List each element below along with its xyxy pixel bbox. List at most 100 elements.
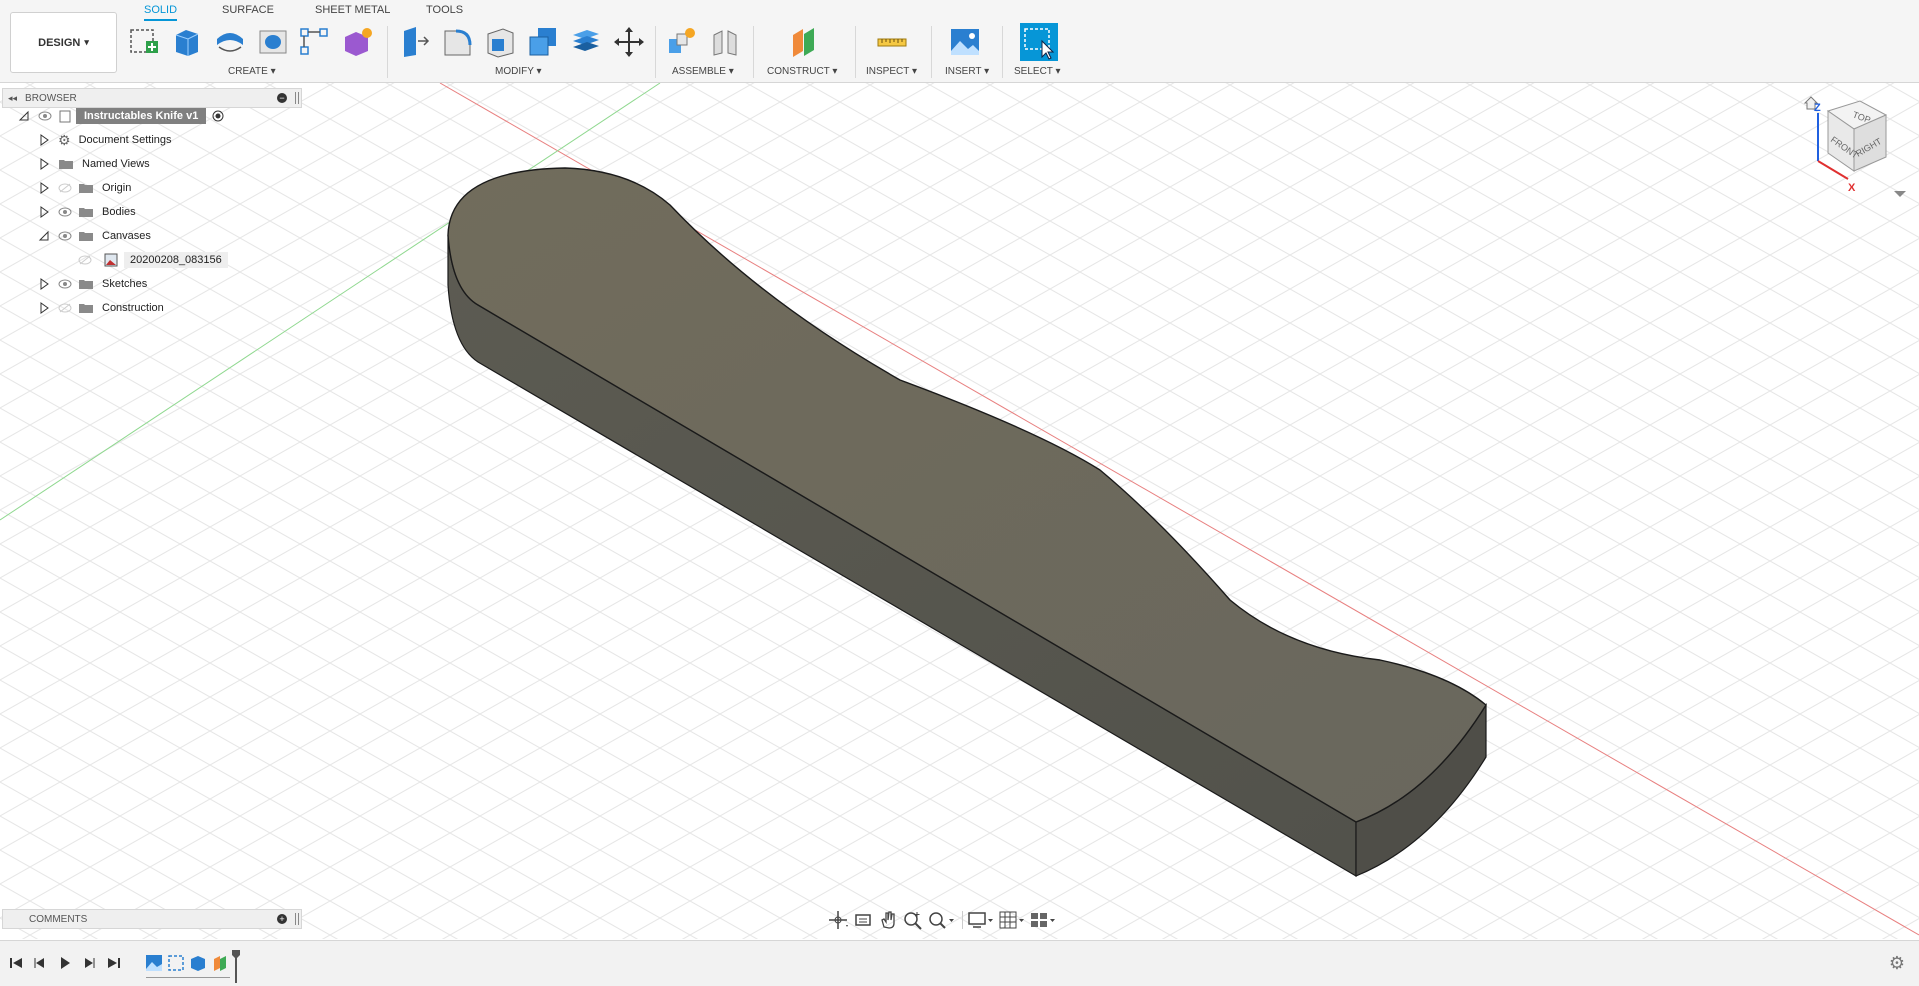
collapse-panel-icon[interactable]: ◂◂ (8, 93, 17, 104)
construct-menu[interactable]: CONSTRUCT ▾ (767, 66, 837, 77)
tree-item-label: Construction (102, 302, 164, 314)
joint-icon[interactable] (708, 25, 742, 59)
nav-separator (962, 911, 963, 929)
press-pull-icon[interactable] (398, 25, 432, 59)
tree-item-canvas-image[interactable]: 20200208_083156 (78, 250, 228, 270)
pin-panel-icon[interactable] (295, 92, 299, 104)
insert-image-icon[interactable] (948, 25, 982, 59)
comments-panel[interactable]: COMMENTS + (2, 909, 302, 929)
timeline-track (146, 977, 230, 978)
expand-triangle-icon[interactable] (38, 134, 50, 146)
new-component-icon[interactable] (665, 25, 699, 59)
zoom-icon[interactable] (902, 909, 924, 931)
visibility-eye-icon[interactable] (38, 111, 52, 121)
offset-plane-icon[interactable] (787, 25, 821, 59)
pattern-icon[interactable] (298, 25, 332, 59)
browser-title: BROWSER (25, 92, 77, 104)
go-to-start-icon[interactable] (8, 955, 24, 971)
select-menu[interactable]: SELECT ▾ (1014, 66, 1061, 77)
go-to-end-icon[interactable] (106, 955, 122, 971)
step-forward-icon[interactable] (81, 955, 97, 971)
display-settings-icon[interactable] (967, 909, 995, 931)
folder-icon (79, 184, 93, 193)
tree-item-label: Named Views (82, 158, 150, 170)
navigation-bar (827, 906, 1077, 934)
measure-icon[interactable] (875, 25, 909, 59)
insert-menu[interactable]: INSERT ▾ (945, 66, 989, 77)
fillet-icon[interactable] (440, 25, 474, 59)
visibility-eye-icon[interactable] (58, 207, 72, 217)
toolbar-separator (753, 26, 754, 78)
shell-icon[interactable] (483, 25, 517, 59)
add-comment-icon[interactable]: + (277, 914, 287, 924)
timeline-sketch-icon[interactable] (167, 954, 185, 972)
modify-menu[interactable]: MODIFY ▾ (495, 66, 542, 77)
root-document-label[interactable]: Instructables Knife v1 (76, 108, 207, 124)
hidden-eye-icon[interactable] (58, 303, 72, 313)
viewcube[interactable]: TOP FRONT RIGHT Z X (1790, 91, 1910, 201)
grid-settings-icon[interactable] (998, 909, 1026, 931)
folder-icon (79, 232, 93, 241)
hidden-eye-icon[interactable] (58, 183, 72, 193)
collapse-triangle-icon[interactable] (38, 230, 50, 242)
tab-surface[interactable]: SURFACE (222, 4, 274, 19)
x-axis-label: X (1848, 182, 1856, 194)
expand-triangle-icon[interactable] (38, 302, 50, 314)
tab-solid[interactable]: SOLID (144, 4, 178, 21)
workspace-label: DESIGN (38, 36, 81, 49)
inspect-menu[interactable]: INSPECT ▾ (866, 66, 917, 77)
toolbar-separator (387, 26, 388, 78)
toolbar-separator (855, 26, 856, 78)
tree-item-document-settings[interactable]: ⚙ Document Settings (38, 130, 172, 150)
orbit-icon[interactable] (827, 909, 849, 931)
gear-icon[interactable]: ⚙ (1889, 953, 1905, 974)
tab-tools[interactable]: TOOLS (426, 4, 463, 19)
visibility-eye-icon[interactable] (58, 279, 72, 289)
viewcube-menu-icon[interactable] (1894, 191, 1906, 197)
tree-item-label: Origin (102, 182, 132, 194)
tree-root[interactable]: Instructables Knife v1 (18, 106, 224, 126)
pin-panel-icon[interactable] (295, 913, 299, 925)
visibility-eye-icon[interactable] (58, 231, 72, 241)
look-at-icon[interactable] (852, 909, 874, 931)
create-sketch-icon[interactable] (128, 25, 162, 59)
extrude-icon[interactable] (170, 25, 204, 59)
fit-zoom-icon[interactable] (927, 909, 955, 931)
timeline-extrude-icon[interactable] (189, 954, 207, 972)
tree-item-bodies[interactable]: Bodies (38, 202, 136, 222)
revolve-icon[interactable] (213, 25, 247, 59)
offset-face-icon[interactable] (569, 25, 603, 59)
browser-options-icon[interactable]: − (277, 93, 287, 103)
select-icon[interactable] (1020, 23, 1058, 61)
timeline-plane-icon[interactable] (211, 954, 229, 972)
combine-icon[interactable] (526, 25, 560, 59)
browser-panel: ◂◂ BROWSER − Instructables Knife v1 ⚙ Do… (2, 88, 302, 328)
expand-triangle-icon[interactable] (38, 206, 50, 218)
tree-item-origin[interactable]: Origin (38, 178, 131, 198)
timeline-marker-handle[interactable] (231, 949, 241, 983)
pan-hand-icon[interactable] (877, 909, 899, 931)
tree-item-canvases[interactable]: Canvases (38, 226, 151, 246)
design-workspace-button[interactable]: DESIGN ▾ (10, 12, 117, 73)
tree-item-sketches[interactable]: Sketches (38, 274, 147, 294)
hidden-eye-icon[interactable] (78, 255, 92, 265)
expand-triangle-icon[interactable] (18, 110, 30, 122)
timeline-canvas-icon[interactable] (145, 954, 163, 972)
tab-sheet-metal[interactable]: SHEET METAL (315, 4, 390, 19)
create-menu[interactable]: CREATE ▾ (228, 66, 276, 77)
expand-triangle-icon[interactable] (38, 278, 50, 290)
viewports-icon[interactable] (1029, 909, 1057, 931)
tree-item-label: Canvases (102, 230, 151, 242)
tree-item-named-views[interactable]: Named Views (38, 154, 150, 174)
expand-triangle-icon[interactable] (38, 182, 50, 194)
hole-icon[interactable] (256, 25, 290, 59)
assemble-menu[interactable]: ASSEMBLE ▾ (672, 66, 734, 77)
step-back-icon[interactable] (32, 955, 48, 971)
expand-triangle-icon[interactable] (38, 158, 50, 170)
activate-radio-icon[interactable] (212, 110, 224, 122)
move-icon[interactable] (612, 25, 646, 59)
play-icon[interactable] (57, 955, 73, 971)
folder-icon (79, 304, 93, 313)
create-form-icon[interactable] (340, 25, 374, 59)
tree-item-construction[interactable]: Construction (38, 298, 164, 318)
